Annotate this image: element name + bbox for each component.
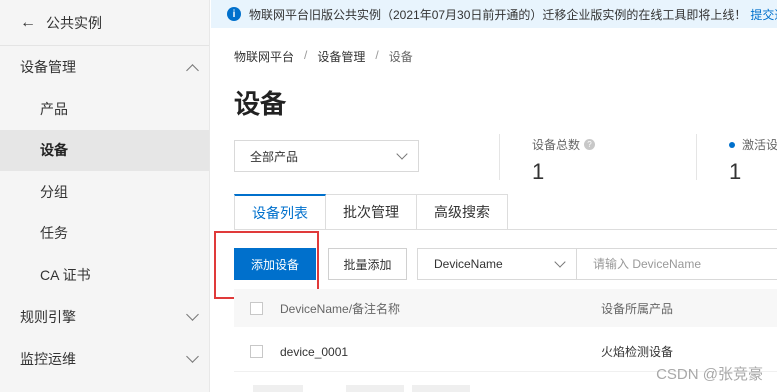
- chevron-down-icon: [186, 350, 199, 363]
- status-dot-icon: [729, 141, 735, 148]
- sidebar-item-label: 任务: [40, 225, 68, 242]
- sidebar-item-tasks[interactable]: 任务: [0, 213, 209, 255]
- tab-batch-management[interactable]: 批次管理: [326, 194, 417, 230]
- stat-total-devices: 设备总数 ? 1: [532, 136, 596, 185]
- tab-divider: [234, 229, 777, 230]
- notice-link[interactable]: 提交迁: [750, 6, 777, 23]
- breadcrumb-separator: /: [304, 48, 308, 62]
- pager-button[interactable]: [346, 385, 404, 392]
- menu-group-label: 规则引擎: [20, 308, 76, 325]
- search-input[interactable]: [577, 248, 777, 280]
- breadcrumb-separator: /: [375, 48, 379, 62]
- sidebar-item-label: 设备: [40, 142, 68, 159]
- stat-label: 激活设: [742, 138, 777, 152]
- sidebar-item-groups[interactable]: 分组: [0, 171, 209, 213]
- sidebar-item-products[interactable]: 产品: [0, 88, 209, 130]
- menu-group-label: 设备管理: [20, 59, 76, 75]
- select-all-checkbox[interactable]: [250, 301, 263, 315]
- menu-group-rule-engine[interactable]: 规则引擎: [0, 296, 209, 338]
- tab-advanced-search[interactable]: 高级搜索: [417, 194, 508, 230]
- batch-add-button[interactable]: 批量添加: [328, 248, 407, 280]
- chevron-down-icon: [554, 256, 566, 268]
- tab-device-list[interactable]: 设备列表: [234, 194, 326, 230]
- sidebar-item-label: 分组: [40, 183, 68, 200]
- sidebar: ← 公共实例 设备管理 产品 设备 分组 任务 CA 证书 规则引擎 监控运维: [0, 0, 210, 392]
- cell-device-name[interactable]: device_0001: [280, 345, 348, 359]
- menu-group-device-management[interactable]: 设备管理: [0, 46, 209, 88]
- breadcrumb-item[interactable]: 物联网平台: [234, 48, 294, 65]
- menu-group-label: 监控运维: [20, 350, 76, 367]
- search-field-select[interactable]: DeviceName: [417, 248, 577, 280]
- add-device-button[interactable]: 添加设备: [234, 248, 316, 280]
- stat-value: 1: [532, 159, 545, 184]
- breadcrumb-current: 设备: [388, 50, 413, 64]
- watermark: CSDN @张竞豪: [656, 366, 763, 383]
- chevron-up-icon: [186, 63, 199, 77]
- stat-value: 1: [729, 159, 742, 184]
- product-filter-select[interactable]: 全部产品: [234, 140, 419, 172]
- menu-group-monitoring[interactable]: 监控运维: [0, 338, 209, 380]
- breadcrumb: 物联网平台 / 设备管理 / 设备: [234, 48, 413, 65]
- cell-product[interactable]: 火焰检测设备: [601, 343, 673, 360]
- pager-button[interactable]: [412, 385, 470, 392]
- column-header-device-name: DeviceName/备注名称: [280, 301, 401, 316]
- product-filter-value: 全部产品: [250, 149, 299, 164]
- stat-divider: [499, 134, 500, 180]
- sidebar-item-label: CA 证书: [40, 266, 91, 283]
- help-icon[interactable]: ?: [584, 139, 596, 150]
- breadcrumb-item[interactable]: 设备管理: [317, 48, 365, 65]
- chevron-down-icon: [186, 308, 199, 321]
- column-header-product: 设备所属产品: [601, 301, 674, 316]
- back-label: 公共实例: [46, 14, 102, 31]
- sidebar-item-ca-certificates[interactable]: CA 证书: [0, 254, 209, 296]
- pager-button[interactable]: [253, 385, 303, 392]
- tab-bar: 设备列表 批次管理 高级搜索: [234, 194, 508, 230]
- info-icon: i: [227, 7, 241, 21]
- toolbar: 添加设备 批量添加 DeviceName: [234, 248, 777, 280]
- table-header: DeviceName/备注名称 设备所属产品: [234, 289, 777, 327]
- notice-banner: i 物联网平台旧版公共实例（2021年07月30日前开通的）迁移企业版实例的在线…: [211, 0, 777, 28]
- main-content: 物联网平台 / 设备管理 / 设备 设备 全部产品 设备总数 ? 1 激活设 1…: [211, 28, 777, 392]
- stat-divider: [696, 134, 697, 180]
- chevron-down-icon: [396, 148, 408, 160]
- arrow-left-icon: ←: [20, 13, 36, 31]
- stat-label: 设备总数: [532, 138, 581, 152]
- search-field-value: DeviceName: [434, 257, 503, 271]
- row-checkbox[interactable]: [250, 345, 263, 358]
- sidebar-item-label: 产品: [40, 100, 68, 117]
- back-to-instance[interactable]: ← 公共实例: [0, 0, 209, 46]
- stat-active-devices: 激活设 1: [729, 136, 777, 185]
- sidebar-item-devices[interactable]: 设备: [0, 129, 209, 171]
- notice-text: 物联网平台旧版公共实例（2021年07月30日前开通的）迁移企业版实例的在线工具…: [249, 7, 747, 22]
- page-title: 设备: [234, 89, 287, 119]
